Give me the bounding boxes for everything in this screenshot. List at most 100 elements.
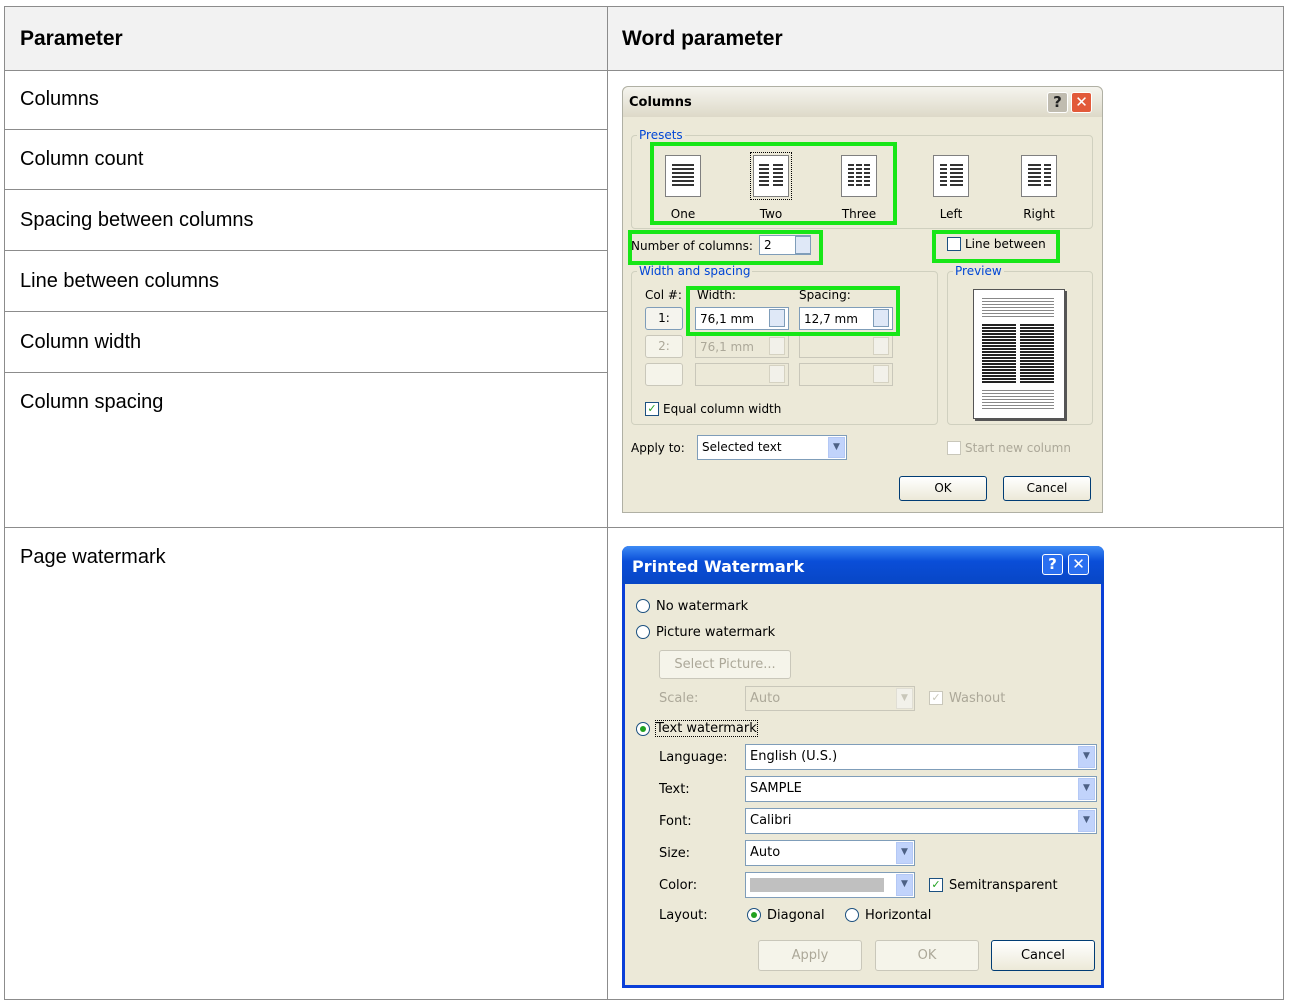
cancel-button[interactable]: Cancel: [991, 940, 1095, 971]
col-header: Col #:: [645, 288, 682, 302]
horizontal-radio[interactable]: [845, 908, 859, 922]
equal-width-label[interactable]: Equal column width: [663, 402, 781, 416]
preview-page: [973, 289, 1065, 419]
chevron-down-icon[interactable]: ▼: [828, 437, 845, 458]
text-select[interactable]: SAMPLE ▼: [745, 776, 1097, 802]
diagonal-label[interactable]: Diagonal: [767, 908, 825, 923]
watermark-dialog: Printed Watermark ? ✕ No watermark Pictu…: [622, 546, 1104, 988]
chevron-down-icon[interactable]: ▼: [1078, 778, 1095, 800]
highlight-number-of-columns: [628, 230, 823, 265]
col-3-spacing-spinner[interactable]: [873, 365, 889, 383]
font-value: Calibri: [750, 813, 792, 828]
chevron-down-icon[interactable]: ▼: [896, 874, 913, 896]
apply-to-select[interactable]: Selected text ▼: [697, 435, 847, 460]
no-watermark-radio[interactable]: [636, 599, 650, 613]
text-value: SAMPLE: [750, 781, 802, 796]
row-label: Spacing between columns: [20, 209, 254, 231]
col-2-width-spinner[interactable]: [769, 337, 785, 355]
font-select[interactable]: Calibri ▼: [745, 808, 1097, 834]
color-swatch: [750, 878, 884, 892]
chevron-down-icon[interactable]: ▼: [1078, 810, 1095, 832]
language-label: Language:: [659, 750, 728, 765]
equal-width-checkbox[interactable]: ✓: [645, 402, 659, 416]
picture-watermark-label[interactable]: Picture watermark: [656, 625, 775, 640]
table-row: Line between columns: [5, 252, 607, 312]
row-label: Page watermark: [20, 546, 166, 568]
col-2-spacing-spinner[interactable]: [873, 337, 889, 355]
ok-button[interactable]: OK: [899, 476, 987, 501]
row-label: Columns: [20, 88, 99, 110]
size-select[interactable]: Auto ▼: [745, 840, 915, 866]
columns-title: Columns: [629, 95, 692, 110]
table-row: Spacing between columns: [5, 191, 607, 251]
close-icon[interactable]: ✕: [1071, 92, 1092, 113]
size-label: Size:: [659, 846, 691, 861]
layout-label: Layout:: [659, 908, 708, 923]
color-label: Color:: [659, 878, 698, 893]
preview-label: Preview: [953, 264, 1004, 278]
row-label: Line between columns: [20, 270, 220, 292]
washout-checkbox[interactable]: ✓: [929, 691, 943, 705]
text-label: Text:: [659, 782, 690, 797]
font-label: Font:: [659, 814, 692, 829]
table-row: Columns: [5, 70, 607, 130]
help-icon[interactable]: ?: [1042, 554, 1063, 575]
language-value: English (U.S.): [750, 749, 838, 764]
row-label: Column width: [20, 331, 142, 353]
columns-title-bar: Columns ? ✕: [623, 87, 1102, 117]
color-select[interactable]: ▼: [745, 872, 915, 898]
highlight-width-spacing: [686, 286, 900, 336]
start-new-column-label[interactable]: Start new column: [965, 441, 1071, 455]
scale-value: Auto: [750, 691, 781, 706]
text-watermark-radio[interactable]: [636, 722, 650, 736]
apply-to-value: Selected text: [702, 440, 782, 454]
language-select[interactable]: English (U.S.) ▼: [745, 744, 1097, 770]
left-columns-icon[interactable]: [933, 155, 969, 197]
chevron-down-icon[interactable]: ▼: [896, 842, 913, 864]
row-label: Column count: [20, 148, 144, 170]
chevron-down-icon[interactable]: ▼: [1078, 746, 1095, 768]
scale-select[interactable]: Auto ▼: [745, 686, 915, 711]
select-picture-button[interactable]: Select Picture...: [659, 650, 791, 679]
diagonal-radio[interactable]: [747, 908, 761, 922]
column-divider: [607, 7, 608, 1000]
preset-right-label[interactable]: Right: [1009, 207, 1069, 221]
ok-button[interactable]: OK: [875, 940, 979, 971]
right-columns-icon[interactable]: [1021, 155, 1057, 197]
col-3-button[interactable]: [645, 363, 683, 386]
highlight-presets: [650, 142, 897, 225]
text-watermark-label[interactable]: Text watermark: [655, 720, 758, 737]
table-row: Column width: [5, 313, 607, 373]
apply-to-label: Apply to:: [631, 441, 685, 455]
table-row: Column spacing: [5, 373, 607, 433]
col-2-button[interactable]: 2:: [645, 335, 683, 358]
help-icon[interactable]: ?: [1047, 92, 1068, 113]
presets-label: Presets: [637, 128, 685, 142]
apply-button[interactable]: Apply: [758, 940, 862, 971]
washout-label[interactable]: Washout: [949, 691, 1005, 706]
header-parameter: Parameter: [20, 27, 123, 50]
semitransparent-checkbox[interactable]: ✓: [929, 878, 943, 892]
chevron-down-icon[interactable]: ▼: [896, 688, 913, 709]
horizontal-label[interactable]: Horizontal: [865, 908, 931, 923]
row-label: Column spacing: [20, 391, 164, 413]
table-row: Column count: [5, 130, 607, 190]
close-icon[interactable]: ✕: [1068, 554, 1089, 575]
semitransparent-label[interactable]: Semitransparent: [949, 878, 1058, 893]
table-header: Parameter Word parameter: [5, 7, 1283, 71]
no-watermark-label[interactable]: No watermark: [656, 599, 748, 614]
cancel-button[interactable]: Cancel: [1003, 476, 1091, 501]
watermark-title: Printed Watermark: [632, 557, 805, 576]
start-new-column-checkbox[interactable]: [947, 441, 961, 455]
size-value: Auto: [750, 845, 781, 860]
width-spacing-label: Width and spacing: [637, 264, 753, 278]
watermark-title-bar: Printed Watermark ? ✕: [622, 546, 1104, 584]
col-1-button[interactable]: 1:: [645, 307, 683, 330]
picture-watermark-radio[interactable]: [636, 625, 650, 639]
header-word-parameter: Word parameter: [622, 27, 783, 50]
preset-left-label[interactable]: Left: [921, 207, 981, 221]
highlight-line-between: [932, 230, 1060, 263]
table-row: Page watermark: [5, 528, 607, 588]
col-3-width-spinner[interactable]: [769, 365, 785, 383]
scale-label: Scale:: [659, 691, 699, 706]
